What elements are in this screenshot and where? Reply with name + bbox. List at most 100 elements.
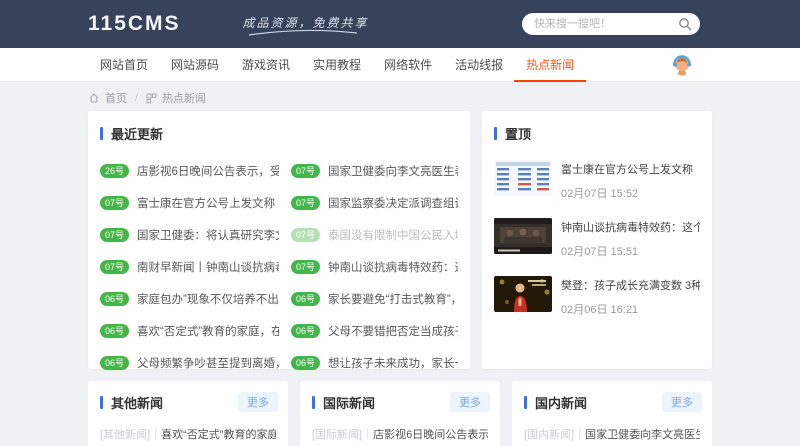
news-title: 国家卫健委向李文亮医生表示深痛哀悼 [585,429,700,441]
date-badge: 07号 [291,228,320,242]
news-title: 泰国没有限制中国公民入境 外交部：患难 [328,227,458,243]
slogan-text: 成品资源，免费共享 [243,16,369,30]
news-row[interactable]: 06号 家庭包办”现象不仅培养不出孩子的 [100,291,279,306]
main-content: 最近更新 26号 店影视6日晚间公告表示，受疫 07号 富士康在官方公号上发文称… [88,111,712,369]
nav-item-source[interactable]: 网站源码 [171,47,219,82]
date-badge: 06号 [100,324,129,338]
pinned-item-date: 02月07日 15:51 [561,243,700,259]
pinned-item-title: 钟南山谈抗病毒特效药：这个小心 [561,219,700,235]
category-icon [146,93,157,104]
panel-accent-bar [100,396,103,409]
news-row[interactable]: 07号 南财早新闻丨钟南山谈抗病毒特效药：广 [100,259,279,274]
recent-panel-title: 最近更新 [111,124,163,143]
other-news-title: 其他新闻 [111,393,163,412]
news-title: 家庭包办”现象不仅培养不出孩子的 [137,291,279,307]
news-title: 店影视6日晚间公告表示，受疫 [137,163,279,179]
date-badge: 07号 [291,164,320,178]
breadcrumb-separator: / [135,92,138,104]
search-icon[interactable] [678,17,692,31]
news-row[interactable]: 06号 家长要避免“打击式教育”，需注意的问 [291,291,458,306]
news-row[interactable]: 07号 钟南山谈抗病毒特效药：这个小心 一定要 [291,259,458,274]
news-list-item[interactable]: [国际新闻]｜店影视6日晚间公告表示，受疫 [312,426,488,442]
pinned-item-title: 富士康在官方公号上发文称 [561,161,700,177]
nav-item-tutorials[interactable]: 实用教程 [313,47,361,82]
news-row[interactable]: 06号 父母不要错把否定当成孩子的鼓励，其 [291,323,458,338]
news-row[interactable]: 07号 国家卫健委：将认真研究李文亮的发病和 [100,227,279,242]
nav-item-home[interactable]: 网站首页 [100,47,148,82]
news-category-tag: [国际新闻]｜ [312,429,373,441]
news-title: 父母频繁争吵甚至提到离婚，会给孩子留 [137,355,279,371]
international-news-panel: 国际新闻 更多 [国际新闻]｜店影视6日晚间公告表示，受疫 [国际新闻]｜泰国没… [300,381,500,446]
breadcrumb-home-link[interactable]: 首页 [105,90,127,106]
news-title: 家长要避免“打击式教育”，需注意的问 [328,291,458,307]
date-badge: 06号 [291,356,320,370]
domestic-news-more-button[interactable]: 更多 [662,392,702,412]
nav-item-hot-news[interactable]: 热点新闻 [526,47,574,82]
news-title: 钟南山谈抗病毒特效药：这个小心 一定要 [328,259,458,275]
news-title: 富士康在官方公号上发文称 [137,195,279,211]
date-badge: 07号 [291,260,320,274]
news-title: 喜欢“否定式”教育的家庭，在这样家... [161,429,276,441]
news-row[interactable]: 07号 国家监察委决定派调查组调查涉李文亮医 [291,195,458,210]
panel-accent-bar [312,396,315,409]
news-title: 南财早新闻丨钟南山谈抗病毒特效药：广 [137,259,279,275]
news-title: 国家卫健委向李文亮医生表示深痛哀悼 [328,163,458,179]
pinned-item-date: 02月07日 15:52 [561,185,700,201]
home-icon [88,92,100,104]
pinned-item-date: 02月06日 16:21 [561,301,700,317]
pinned-panel: 置顶 富士康在官方公号上发文称 02月07日 15:52 [482,111,712,369]
user-avatar[interactable] [670,53,694,77]
pinned-panel-title: 置顶 [505,124,531,143]
domestic-news-panel: 国内新闻 更多 [国内新闻]｜国家卫健委向李文亮医生表示深痛哀悼 [国内新闻]｜… [512,381,712,446]
news-row[interactable]: 06号 想让孩子未来成功，家长一定要管住3 [291,355,458,370]
red-speaker-thumbnail [494,276,552,312]
date-badge: 07号 [291,196,320,210]
dark-video-thumbnail [494,218,552,254]
panel-accent-bar [524,396,527,409]
news-row[interactable]: 07号 国家卫健委向李文亮医生表示深痛哀悼 [291,163,458,178]
date-badge: 26号 [100,164,129,178]
nav-item-activities[interactable]: 活动线报 [455,47,503,82]
news-title: 想让孩子未来成功，家长一定要管住3 [328,355,458,371]
news-list-item[interactable]: [其他新闻]｜喜欢“否定式”教育的家庭，在这样家... [100,426,276,442]
stock-table-thumbnail [494,160,552,196]
domestic-news-title: 国内新闻 [535,393,587,412]
news-category-tag: [国内新闻]｜ [524,429,585,441]
news-row[interactable]: 07号 泰国没有限制中国公民入境 外交部：患难 [291,227,458,242]
slogan-swoosh-line [247,29,359,37]
news-row[interactable]: 26号 店影视6日晚间公告表示，受疫 [100,163,279,178]
site-slogan: 成品资源，免费共享 [243,14,369,31]
breadcrumb: 首页 / 热点新闻 [88,90,712,106]
nav-item-games[interactable]: 游戏资讯 [242,47,290,82]
news-list-item[interactable]: [国内新闻]｜国家卫健委向李文亮医生表示深痛哀悼 [524,426,700,442]
pinned-item[interactable]: 钟南山谈抗病毒特效药：这个小心 02月07日 15:51 [494,218,700,259]
news-title: 国家监察委决定派调查组调查涉李文亮医 [328,195,458,211]
pinned-item[interactable]: 樊登：孩子成长充满变数 3种力量驱 02月06日 16:21 [494,276,700,317]
news-title: 父母不要错把否定当成孩子的鼓励，其 [328,323,458,339]
nav-item-software[interactable]: 网络软件 [384,47,432,82]
recent-updates-panel: 最近更新 26号 店影视6日晚间公告表示，受疫 07号 富士康在官方公号上发文称… [88,111,470,369]
pinned-item[interactable]: 富士康在官方公号上发文称 02月07日 15:52 [494,160,700,201]
bottom-panels: 其他新闻 更多 [其他新闻]｜喜欢“否定式”教育的家庭，在这样家... [其他新… [88,381,712,446]
panel-accent-bar [100,127,103,140]
international-news-title: 国际新闻 [323,393,375,412]
news-row[interactable]: 07号 富士康在官方公号上发文称 [100,195,279,210]
news-row[interactable]: 06号 喜欢“否定式”教育的家庭，在这样家庭 [100,323,279,338]
news-title: 喜欢“否定式”教育的家庭，在这样家庭 [137,323,279,339]
breadcrumb-current: 热点新闻 [162,90,206,106]
search-box [522,13,700,35]
other-news-more-button[interactable]: 更多 [238,392,278,412]
top-header: 115CMS 成品资源，免费共享 [0,0,800,48]
pinned-item-title: 樊登：孩子成长充满变数 3种力量驱 [561,277,700,293]
site-logo[interactable]: 115CMS [88,12,181,36]
date-badge: 06号 [291,292,320,306]
international-news-more-button[interactable]: 更多 [450,392,490,412]
date-badge: 07号 [100,228,129,242]
search-input[interactable] [534,18,678,30]
date-badge: 06号 [291,324,320,338]
date-badge: 06号 [100,292,129,306]
main-nav: 网站首页 网站源码 游戏资讯 实用教程 网络软件 活动线报 热点新闻 [0,48,800,82]
date-badge: 07号 [100,196,129,210]
news-row[interactable]: 06号 父母频繁争吵甚至提到离婚，会给孩子留 [100,355,279,370]
news-category-tag: [其他新闻]｜ [100,429,161,441]
